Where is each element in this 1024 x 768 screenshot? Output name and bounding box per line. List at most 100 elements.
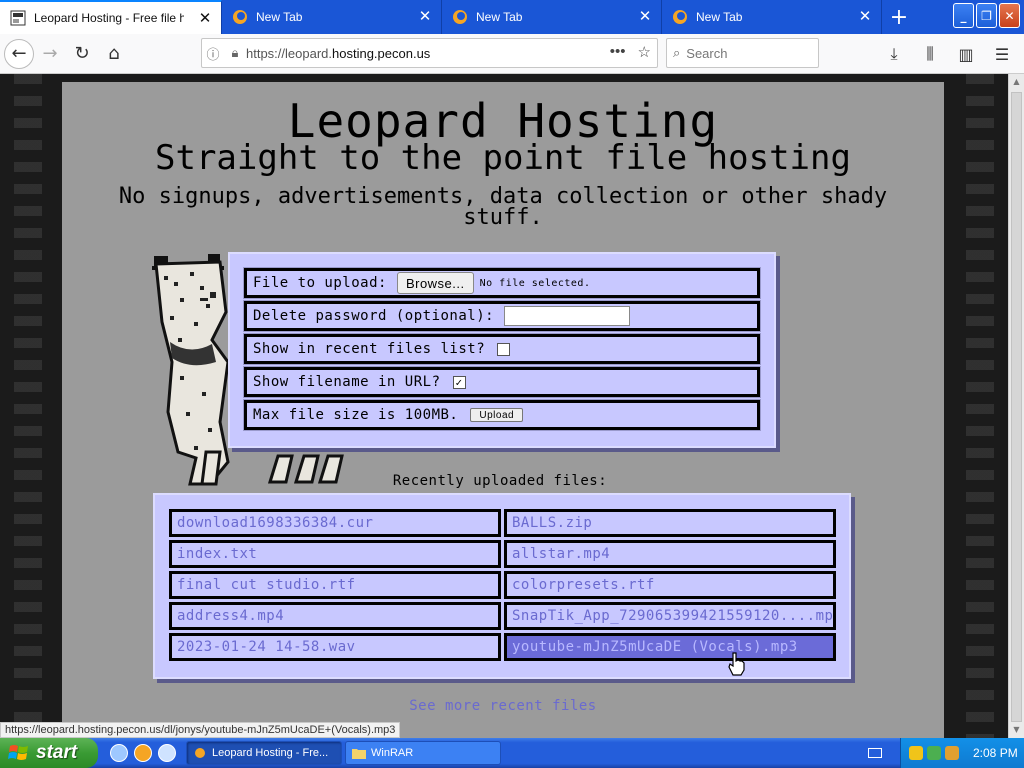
reload-icon: ↻: [74, 43, 90, 64]
arrow-left-icon: ←: [11, 43, 27, 64]
no-file-text: No file selected.: [479, 277, 591, 289]
site-subtitle: Straight to the point file hosting: [155, 138, 851, 178]
recent-file-link[interactable]: BALLS.zip: [504, 509, 836, 537]
info-icon[interactable]: ⓘ: [202, 44, 224, 63]
system-tray: 2:08 PM: [900, 738, 1024, 768]
browse-button[interactable]: Browse...: [396, 272, 474, 294]
recent-file-link[interactable]: 2023-01-24 14-58.wav: [169, 633, 501, 661]
background-pattern: [14, 74, 42, 738]
page-scrollbar[interactable]: ▲ ▼: [1008, 74, 1024, 738]
recent-file-link[interactable]: index.txt: [169, 540, 501, 568]
page-actions-icon[interactable]: •••: [610, 43, 626, 61]
password-row: Delete password (optional):: [243, 300, 761, 332]
upload-form: File to upload: Browse... No file select…: [228, 252, 776, 448]
scroll-down-icon[interactable]: ▼: [1009, 722, 1024, 738]
tab-leopard-hosting[interactable]: Leopard Hosting - Free file hosting ✕: [0, 0, 222, 34]
start-label: start: [36, 742, 78, 763]
tab-new-tab[interactable]: New Tab ✕: [222, 0, 442, 34]
tab-title: New Tab: [476, 10, 523, 24]
recent-file-link[interactable]: SnapTik_App_729065399421559120....mp4: [504, 602, 836, 630]
url-prefix: https://leopard.: [246, 45, 332, 61]
firefox-quicklaunch-icon[interactable]: [134, 744, 152, 762]
arrow-right-icon: →: [42, 43, 58, 64]
recent-file-link[interactable]: colorpresets.rtf: [504, 571, 836, 599]
quick-launch: [110, 744, 176, 762]
downloads-button[interactable]: ⤓: [878, 38, 910, 70]
search-placeholder: Search: [686, 45, 728, 61]
recent-file-link[interactable]: download1698336384.cur: [169, 509, 501, 537]
filename-url-checkbox[interactable]: ✓: [452, 375, 466, 389]
recent-list-label: Show in recent files list?: [253, 341, 486, 357]
download-icon: ⤓: [890, 44, 898, 63]
max-size-row: Max file size is 100MB. Upload: [243, 399, 761, 431]
sidebar-icon: ▥: [958, 44, 974, 64]
firefox-icon: [233, 10, 247, 24]
close-icon[interactable]: ✕: [857, 9, 873, 25]
restore-button[interactable]: ❐: [976, 3, 997, 28]
recent-files-grid: download1698336384.cur BALLS.zip index.t…: [153, 493, 851, 679]
library-button[interactable]: ⫼: [914, 38, 946, 70]
new-tab-button[interactable]: +: [882, 0, 916, 34]
start-button[interactable]: start: [0, 738, 98, 768]
close-icon[interactable]: ✕: [637, 9, 653, 25]
tab-new-tab[interactable]: New Tab ✕: [442, 0, 662, 34]
recent-file-link[interactable]: allstar.mp4: [504, 540, 836, 568]
scrollbar-thumb[interactable]: [1011, 92, 1022, 722]
site-tagline: No signups, advertisements, data collect…: [118, 184, 888, 230]
navigation-toolbar: ← → ↻ ⌂ ⓘ 🔒︎ https://leopard. hosting.pec…: [0, 34, 1024, 74]
page-viewport: Leopard Hosting Straight to the point fi…: [0, 74, 1008, 738]
close-icon[interactable]: ✕: [197, 11, 213, 27]
internet-explorer-icon[interactable]: [110, 744, 128, 762]
network-icon[interactable]: [927, 746, 941, 760]
folder-icon: [352, 749, 366, 759]
taskbar-item-winrar[interactable]: WinRAR: [345, 741, 501, 765]
recent-file-link[interactable]: youtube-mJnZ5mUcaDE (Vocals).mp3: [504, 633, 836, 661]
close-icon[interactable]: ✕: [417, 9, 433, 25]
search-tray-icon[interactable]: [945, 746, 959, 760]
recent-list-row: Show in recent files list?: [243, 333, 761, 365]
media-player-icon[interactable]: [158, 744, 176, 762]
forward-button[interactable]: →: [34, 38, 66, 70]
scroll-up-icon[interactable]: ▲: [1009, 74, 1024, 90]
see-more-recent-files-link[interactable]: See more recent files: [62, 698, 944, 714]
window-close-button[interactable]: ✕: [999, 3, 1020, 28]
search-input[interactable]: ⌕ Search: [666, 38, 819, 68]
taskbar-item-firefox[interactable]: Leopard Hosting - Fre...: [186, 741, 342, 765]
taskbar: start Leopard Hosting - Fre... WinRAR 2:…: [0, 738, 1024, 768]
reload-button[interactable]: ↻: [66, 38, 98, 70]
library-icon: ⫼: [926, 44, 934, 63]
url-bar[interactable]: ⓘ 🔒︎ https://leopard. hosting.pecon.us ••…: [201, 38, 658, 68]
security-shield-icon[interactable]: [909, 746, 923, 760]
minimize-button[interactable]: _: [953, 3, 974, 28]
tab-title: New Tab: [696, 10, 743, 24]
hand-cursor-icon: [728, 652, 745, 676]
upload-button[interactable]: Upload: [470, 408, 524, 422]
window-controls: _ ❐ ✕: [953, 3, 1020, 28]
menu-button[interactable]: ☰: [986, 38, 1018, 70]
clock: 2:08 PM: [973, 746, 1018, 760]
recent-file-link[interactable]: final cut studio.rtf: [169, 571, 501, 599]
max-size-text: Max file size is 100MB.: [253, 407, 459, 423]
back-button[interactable]: ←: [4, 38, 34, 69]
search-icon: ⌕: [673, 45, 681, 60]
password-label: Delete password (optional):: [253, 308, 495, 324]
url-host: hosting.pecon.us: [332, 45, 431, 61]
sidebar-button[interactable]: ▥: [950, 38, 982, 70]
tab-title: New Tab: [256, 10, 303, 24]
firefox-icon: [195, 748, 205, 758]
home-button[interactable]: ⌂: [98, 38, 130, 70]
bookmark-star-icon[interactable]: ☆: [638, 43, 651, 61]
background-pattern: [966, 74, 994, 738]
recent-list-checkbox[interactable]: [497, 342, 511, 356]
home-icon: ⌂: [108, 43, 120, 64]
hamburger-icon: ☰: [994, 44, 1010, 64]
page-favicon-icon: [10, 10, 26, 26]
file-label: File to upload:: [253, 275, 387, 291]
password-field[interactable]: [504, 306, 631, 326]
tab-title: Leopard Hosting - Free file hosting: [34, 11, 184, 25]
recent-file-link[interactable]: address4.mp4: [169, 602, 501, 630]
tab-new-tab[interactable]: New Tab ✕: [662, 0, 882, 34]
language-bar-icon[interactable]: [868, 748, 882, 758]
windows-logo-icon: [8, 745, 28, 760]
site-container: Leopard Hosting Straight to the point fi…: [62, 82, 944, 738]
